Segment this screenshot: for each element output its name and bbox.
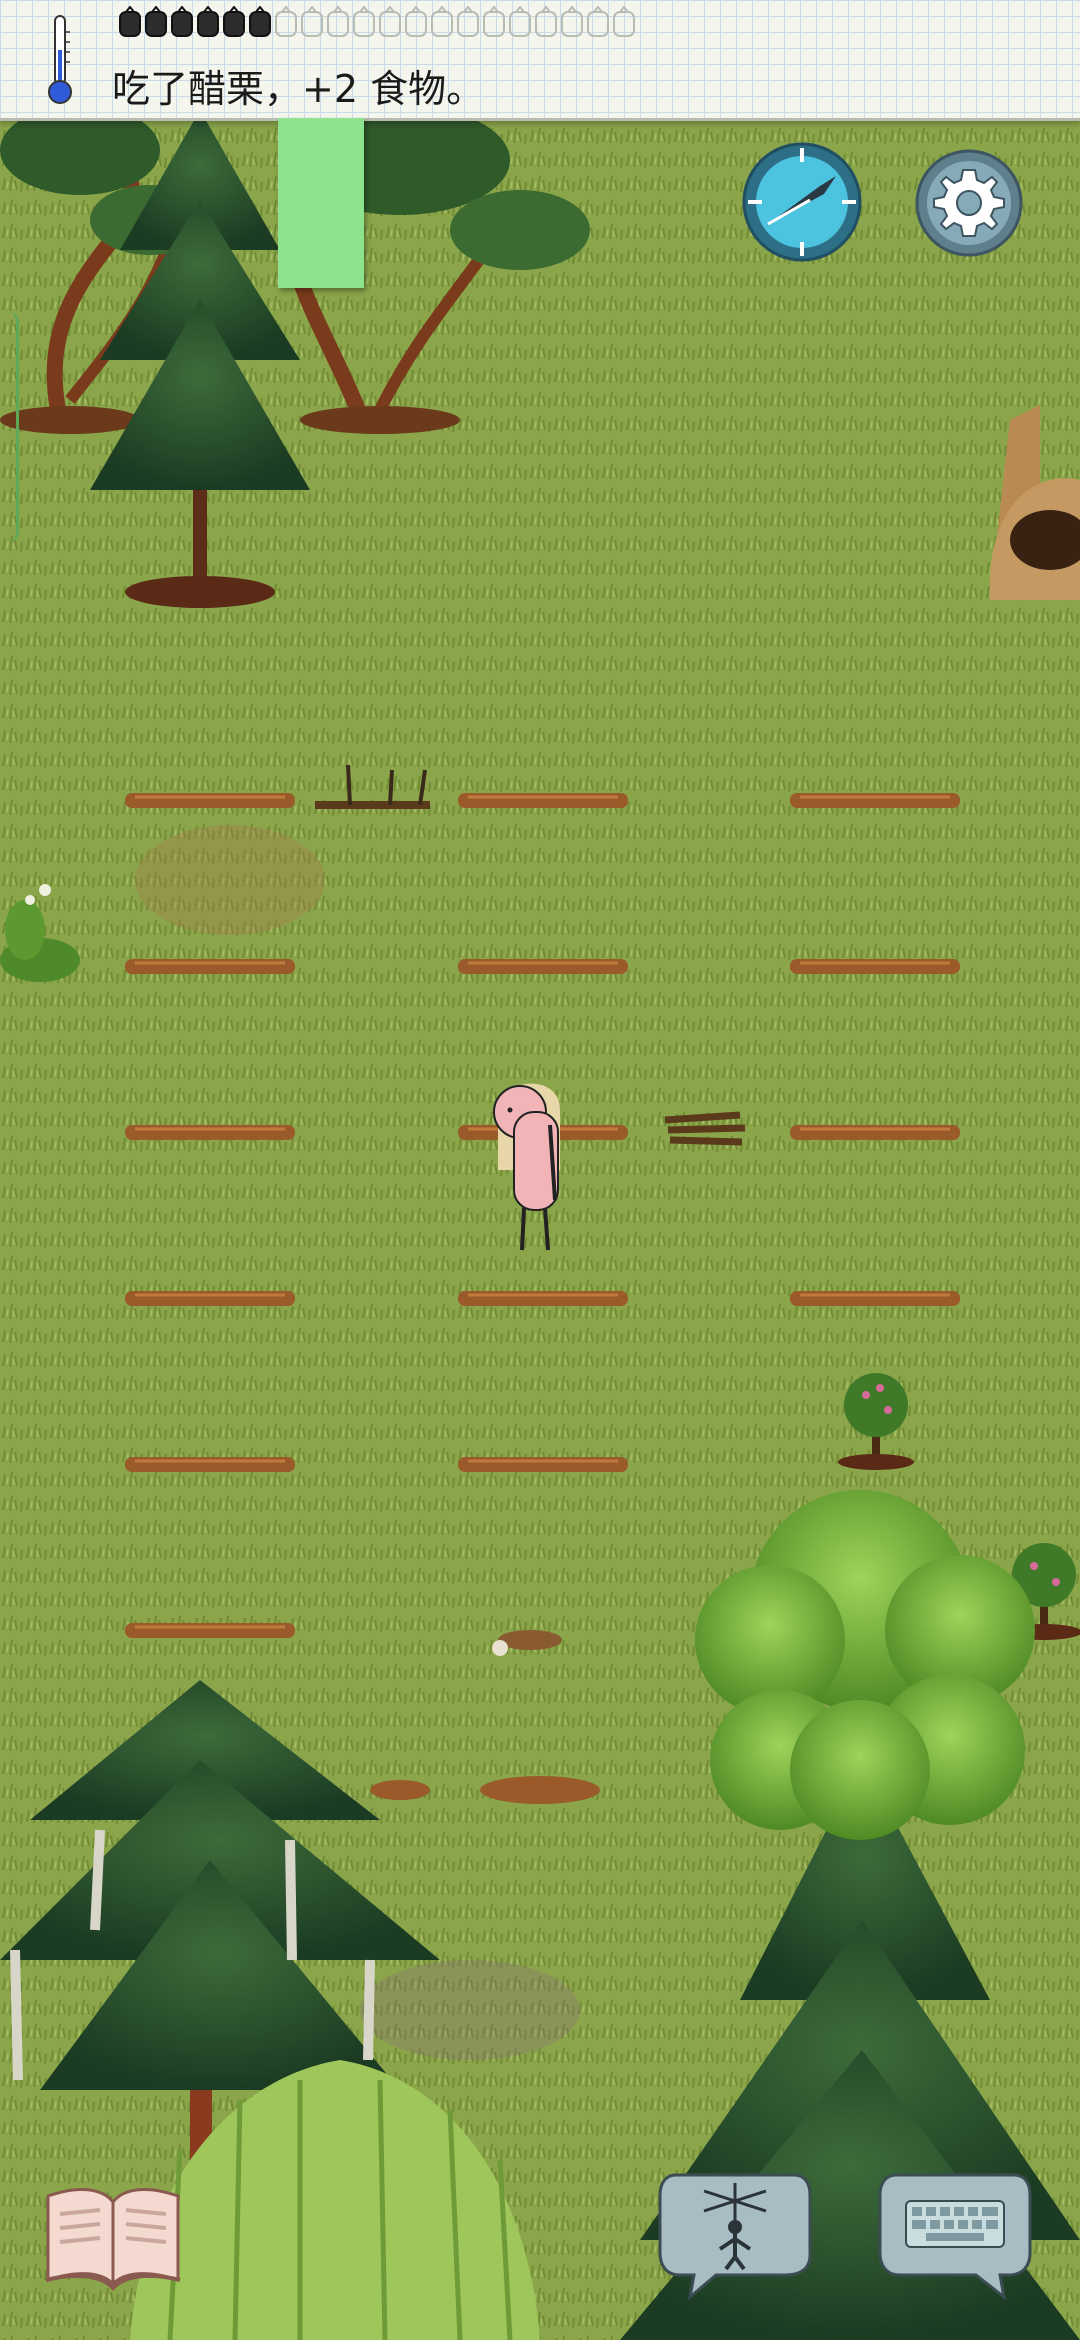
thermometer-icon[interactable]: [40, 12, 80, 108]
food-pip-filled: [197, 6, 219, 37]
tilled-soil-row[interactable]: [458, 1291, 628, 1306]
tilled-soil-row[interactable]: [790, 1125, 960, 1140]
food-pip-empty: [587, 6, 609, 37]
tilled-soil-row[interactable]: [125, 1457, 295, 1472]
tilled-soil-row[interactable]: [790, 959, 960, 974]
food-pip-filled: [223, 6, 245, 37]
tilled-soil-row[interactable]: [125, 1291, 295, 1306]
dirt-patch: [360, 1960, 580, 2060]
food-pip-filled: [145, 6, 167, 37]
dirt-patch: [135, 825, 325, 935]
food-pip-filled: [119, 6, 141, 37]
food-pip-empty: [431, 6, 453, 37]
tilled-soil-row[interactable]: [125, 1623, 295, 1638]
food-pip-empty: [457, 6, 479, 37]
side-edge-indicator: [0, 312, 19, 542]
food-pip-filled: [171, 6, 193, 37]
tilled-soil-row[interactable]: [125, 793, 295, 808]
keyboard-icon[interactable]: [876, 2165, 1034, 2300]
game-world[interactable]: [0, 0, 1080, 2340]
tilled-soil-row[interactable]: [790, 1291, 960, 1306]
book-icon[interactable]: [42, 2180, 184, 2292]
tilled-soil-row[interactable]: [790, 793, 960, 808]
tilled-soil-row[interactable]: [125, 959, 295, 974]
food-pip-empty: [405, 6, 427, 37]
tilled-soil-row[interactable]: [458, 793, 628, 808]
food-pip-empty: [379, 6, 401, 37]
food-pip-empty: [483, 6, 505, 37]
puppet-icon[interactable]: [656, 2165, 814, 2300]
food-pip-empty: [353, 6, 375, 37]
food-bar-tab[interactable]: [278, 118, 364, 288]
status-bar: 吃了醋栗，+2 食物。: [0, 0, 1080, 121]
food-meter: [119, 6, 635, 37]
food-pip-empty: [613, 6, 635, 37]
food-pip-empty: [535, 6, 557, 37]
food-pip-filled: [249, 6, 271, 37]
status-message: 吃了醋栗，+2 食物。: [112, 67, 485, 111]
food-pip-empty: [275, 6, 297, 37]
tilled-soil-row[interactable]: [125, 1125, 295, 1140]
compass-icon[interactable]: [740, 140, 864, 264]
gear-icon[interactable]: [914, 148, 1024, 258]
tilled-soil-row[interactable]: [458, 1457, 628, 1472]
food-pip-empty: [509, 6, 531, 37]
food-pip-empty: [301, 6, 323, 37]
tilled-soil-row[interactable]: [458, 959, 628, 974]
food-pip-empty: [327, 6, 349, 37]
food-pip-empty: [561, 6, 583, 37]
